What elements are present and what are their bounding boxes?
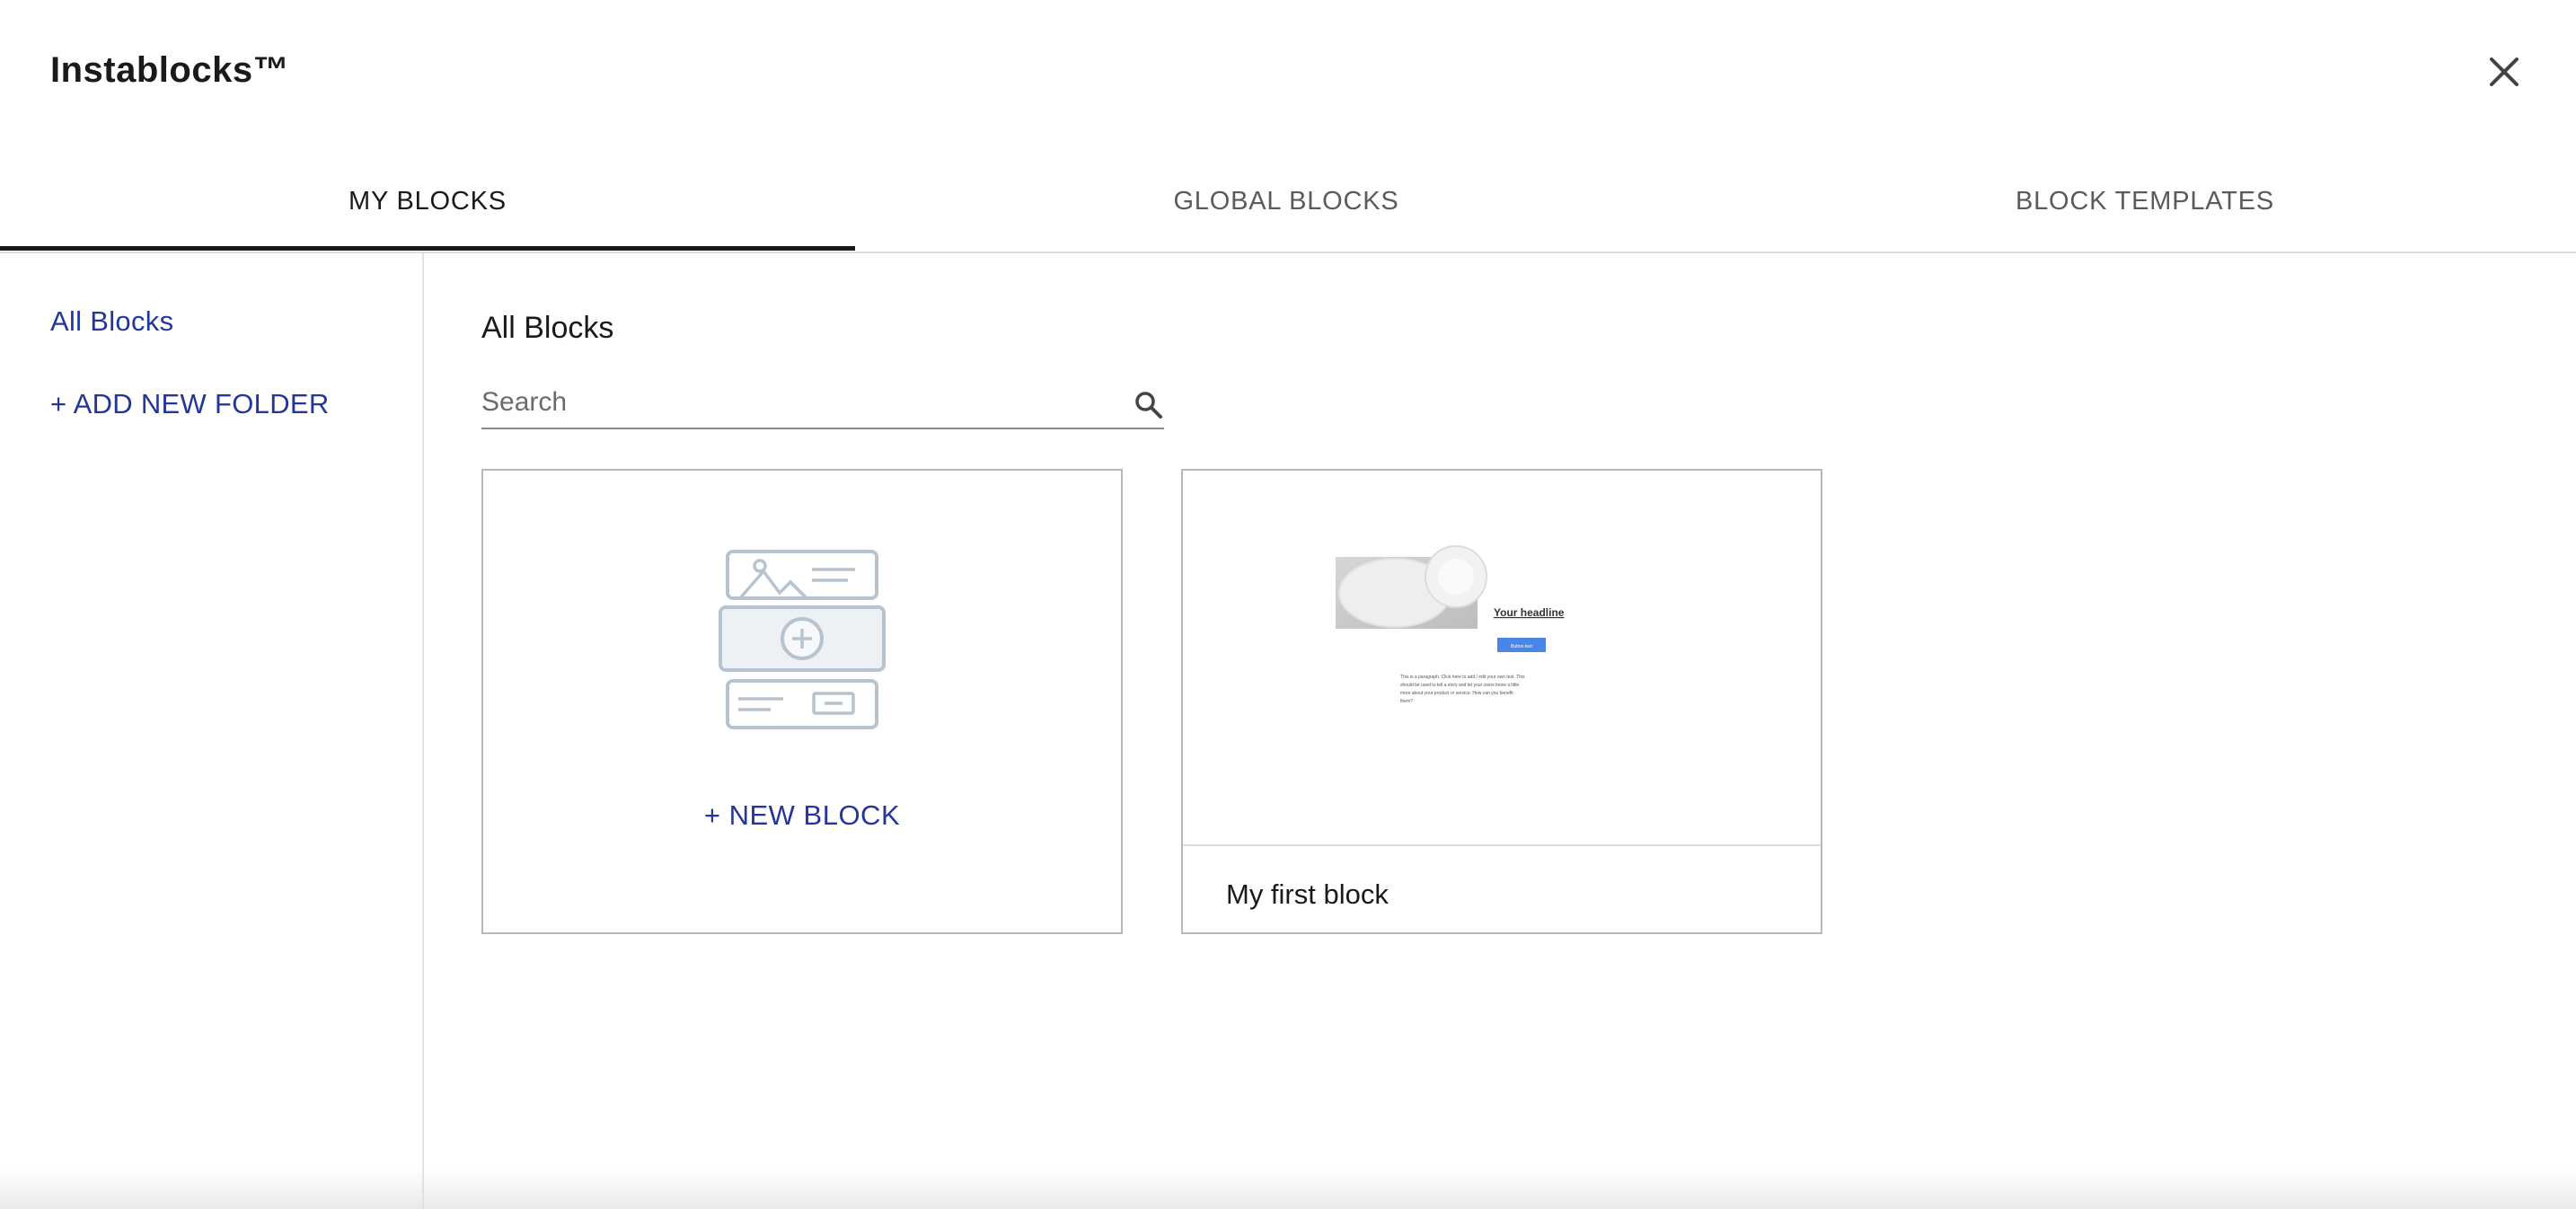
preview-headline: Your headline <box>1494 606 1565 619</box>
preview-paragraph: This is a paragraph. Click here to add /… <box>1400 675 1525 704</box>
search-box <box>481 381 1164 429</box>
block-name: My first block <box>1226 878 1389 910</box>
tab-label: BLOCK TEMPLATES <box>2015 187 2275 216</box>
block-thumbnail: Your headline Button text This is a para… <box>1336 545 1565 704</box>
block-preview: Your headline Button text This is a para… <box>1183 471 1821 846</box>
new-block-card[interactable]: + NEW BLOCK <box>481 469 1123 934</box>
new-block-illustration <box>719 550 886 729</box>
tab-bar: MY BLOCKS GLOBAL BLOCKS BLOCK TEMPLATES <box>0 162 2576 253</box>
tab-label: GLOBAL BLOCKS <box>1173 187 1399 216</box>
section-title: All Blocks <box>481 311 614 345</box>
folder-sidebar: All Blocks + ADD NEW FOLDER <box>0 253 424 1209</box>
block-card[interactable]: Your headline Button text This is a para… <box>1181 469 1822 934</box>
search-input[interactable] <box>481 381 1092 424</box>
sidebar-item-all-blocks[interactable]: All Blocks <box>50 305 173 338</box>
modal-title: Instablocks™ <box>50 50 290 90</box>
modal-header: Instablocks™ <box>0 0 2576 144</box>
tab-label: MY BLOCKS <box>348 187 507 216</box>
add-new-folder-button[interactable]: + ADD NEW FOLDER <box>50 388 330 420</box>
tab-global-blocks[interactable]: GLOBAL BLOCKS <box>859 162 1714 252</box>
active-tab-indicator <box>0 246 855 251</box>
tab-block-templates[interactable]: BLOCK TEMPLATES <box>1717 162 2572 252</box>
new-block-label: + NEW BLOCK <box>703 799 901 831</box>
close-icon[interactable] <box>2481 49 2527 95</box>
tab-my-blocks[interactable]: MY BLOCKS <box>0 162 855 252</box>
blocks-panel: All Blocks + NEW BLOCK <box>424 253 2576 1209</box>
preview-button-text: Button text <box>1511 644 1533 649</box>
search-icon[interactable] <box>1134 390 1164 420</box>
